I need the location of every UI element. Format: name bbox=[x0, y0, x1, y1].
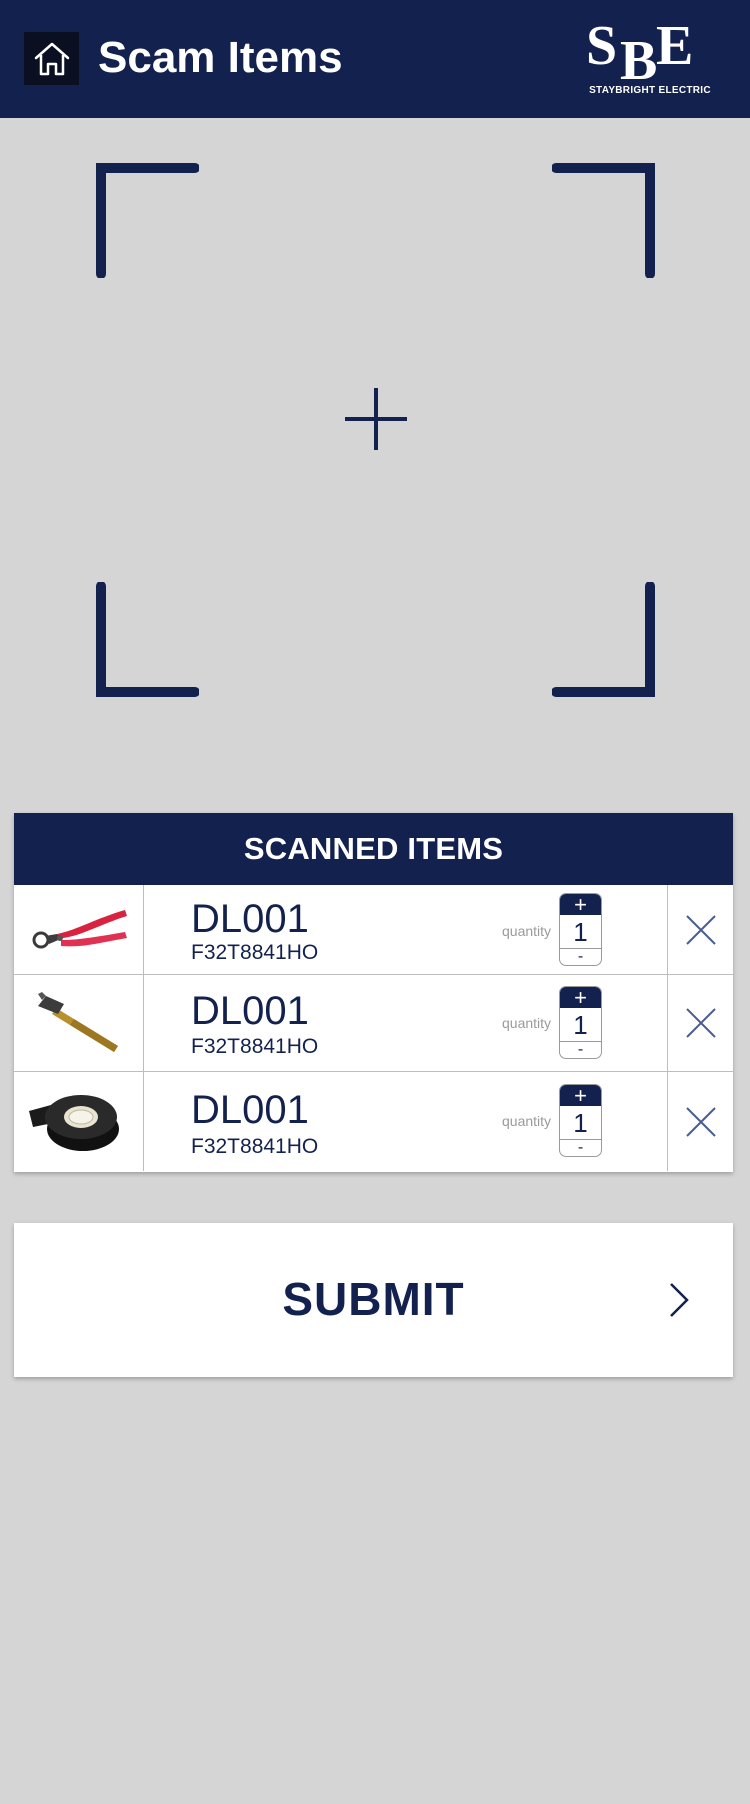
crosshair-icon bbox=[345, 388, 407, 450]
svg-text:E: E bbox=[656, 16, 693, 77]
scanned-item-row: DL001 F32T8841HO quantity + 1 - bbox=[14, 885, 733, 975]
company-logo: S B E STAYBRIGHT ELECTRIC bbox=[582, 15, 718, 98]
app-header: Scam Items S B E STAYBRIGHT ELECTRIC bbox=[0, 0, 750, 118]
electrical-tape-icon bbox=[28, 1094, 119, 1151]
quantity-stepper: + 1 - bbox=[559, 986, 602, 1059]
cable-cutter-icon bbox=[32, 909, 127, 948]
item-thumbnail bbox=[14, 1072, 144, 1171]
home-icon bbox=[34, 42, 69, 75]
item-code: DL001 bbox=[191, 897, 309, 941]
quantity-decrement-button[interactable]: - bbox=[560, 1140, 601, 1156]
viewfinder-corner-bottom-right bbox=[552, 582, 656, 698]
scanned-item-row: DL001 F32T8841HO quantity + 1 - bbox=[14, 1072, 733, 1171]
viewfinder-corner-top-right bbox=[552, 162, 656, 278]
remove-item-button[interactable] bbox=[667, 885, 733, 974]
company-name: STAYBRIGHT ELECTRIC bbox=[589, 85, 711, 96]
submit-label: SUBMIT bbox=[282, 1273, 465, 1325]
quantity-stepper: + 1 - bbox=[559, 893, 602, 966]
quantity-decrement-button[interactable]: - bbox=[560, 949, 601, 965]
remove-item-button[interactable] bbox=[667, 1072, 733, 1171]
quantity-increment-button[interactable]: + bbox=[560, 987, 601, 1009]
item-code: DL001 bbox=[191, 1088, 309, 1132]
close-icon bbox=[685, 1106, 716, 1137]
quantity-stepper: + 1 - bbox=[559, 1084, 602, 1157]
item-thumbnail bbox=[14, 975, 144, 1071]
chevron-right-icon bbox=[670, 1283, 689, 1317]
quantity-value[interactable]: 1 bbox=[560, 915, 601, 949]
scanned-items-title: SCANNED ITEMS bbox=[243, 831, 504, 866]
item-sku: F32T8841HO bbox=[191, 941, 319, 964]
quantity-label: quantity bbox=[502, 1015, 552, 1031]
item-info: DL001 F32T8841HO quantity + 1 - bbox=[144, 975, 667, 1071]
item-info: DL001 F32T8841HO quantity + 1 - bbox=[144, 1072, 667, 1171]
hammer-icon bbox=[37, 992, 118, 1052]
page-title: Scam Items bbox=[98, 33, 343, 82]
quantity-decrement-button[interactable]: - bbox=[560, 1042, 601, 1058]
item-sku: F32T8841HO bbox=[191, 1035, 319, 1058]
viewfinder-corner-top-left bbox=[95, 162, 199, 278]
close-icon bbox=[685, 1008, 716, 1038]
sbe-monogram: S B E bbox=[586, 15, 693, 92]
item-code: DL001 bbox=[191, 989, 309, 1033]
item-sku: F32T8841HO bbox=[191, 1135, 319, 1158]
item-info: DL001 F32T8841HO quantity + 1 - bbox=[144, 885, 667, 974]
scanned-items-panel: SCANNED ITEMS DL001 F32T8841HO quantity … bbox=[14, 813, 733, 1172]
quantity-increment-button[interactable]: + bbox=[560, 1085, 601, 1107]
item-thumbnail bbox=[14, 885, 144, 974]
close-icon bbox=[685, 914, 716, 945]
quantity-label: quantity bbox=[502, 1113, 552, 1129]
home-button[interactable] bbox=[24, 32, 79, 85]
remove-item-button[interactable] bbox=[667, 975, 733, 1071]
quantity-increment-button[interactable]: + bbox=[560, 894, 601, 916]
svg-text:B: B bbox=[620, 30, 657, 82]
submit-button[interactable]: SUBMIT bbox=[14, 1223, 733, 1377]
svg-text:S: S bbox=[586, 16, 617, 77]
scanned-item-row: DL001 F32T8841HO quantity + 1 - bbox=[14, 975, 733, 1072]
quantity-label: quantity bbox=[502, 923, 552, 939]
scanned-items-header: SCANNED ITEMS bbox=[14, 813, 733, 885]
quantity-value[interactable]: 1 bbox=[560, 1008, 601, 1042]
viewfinder-corner-bottom-left bbox=[95, 582, 199, 698]
quantity-value[interactable]: 1 bbox=[560, 1106, 601, 1140]
